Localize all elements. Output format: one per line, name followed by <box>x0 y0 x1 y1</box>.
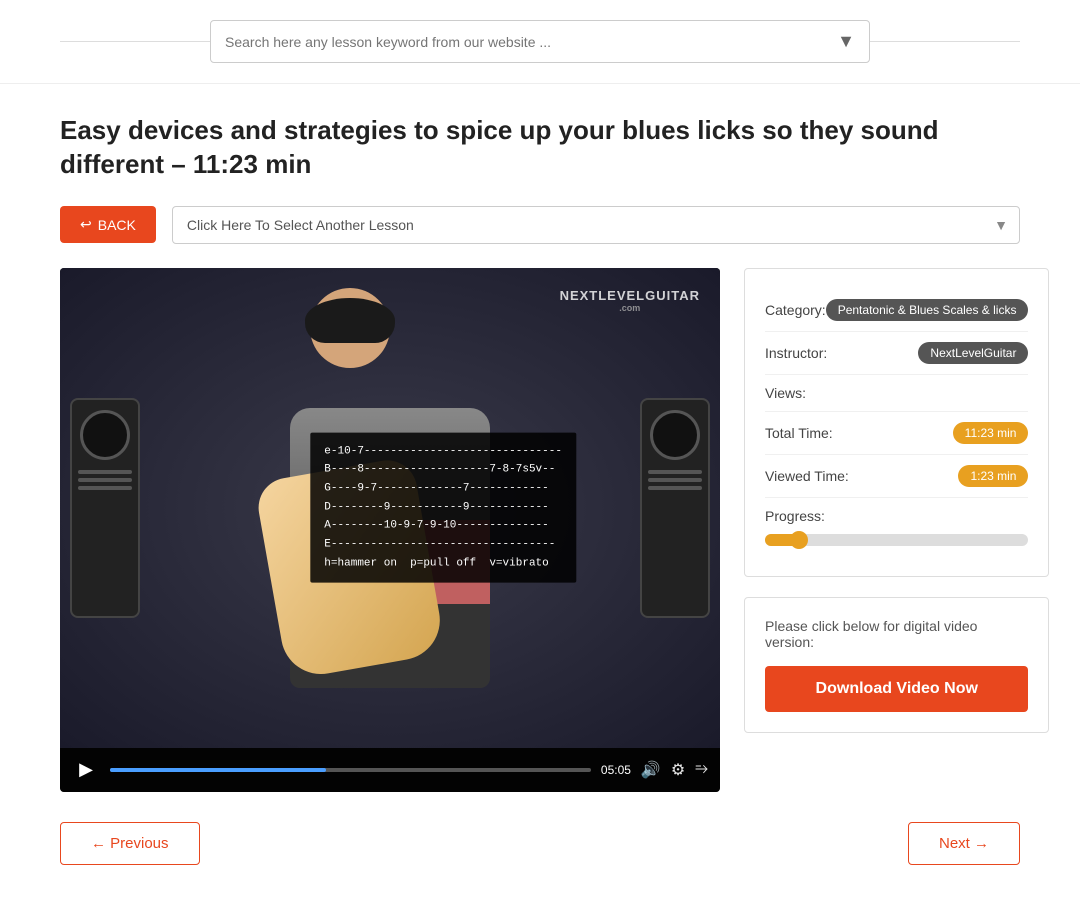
category-badge: Pentatonic & Blues Scales & licks <box>826 299 1029 321</box>
volume-icon[interactable]: 🔊 <box>641 760 661 780</box>
lesson-select-container: Click Here To Select Another Lesson ▼ <box>172 206 1020 244</box>
speaker-vent <box>648 470 702 474</box>
header-line-left <box>60 41 210 42</box>
lesson-select[interactable]: Click Here To Select Another Lesson <box>172 206 1020 244</box>
views-row: Views: <box>765 375 1028 412</box>
back-arrow-icon: ↩ <box>80 216 92 233</box>
person-hat <box>305 298 395 343</box>
category-label: Category: <box>765 302 826 318</box>
speaker-cone-left <box>80 410 130 460</box>
video-background: e-10-7------------------------------ B--… <box>60 268 720 748</box>
main-content: Easy devices and strategies to spice up … <box>0 84 1080 905</box>
content-area: e-10-7------------------------------ B--… <box>60 268 1020 792</box>
speaker-vent <box>78 486 132 490</box>
video-progress-bar[interactable] <box>110 768 591 772</box>
speaker-cone-right <box>650 410 700 460</box>
speaker-vent <box>78 470 132 474</box>
video-progress-fill <box>110 768 326 772</box>
instructor-badge: NextLevelGuitar <box>918 342 1028 364</box>
back-label: BACK <box>98 217 136 233</box>
instructor-row: Instructor: NextLevelGuitar <box>765 332 1028 375</box>
instructor-label: Instructor: <box>765 345 827 361</box>
previous-button[interactable]: ← Previous <box>60 822 200 865</box>
total-time-badge: 11:23 min <box>953 422 1029 444</box>
progress-label: Progress: <box>765 508 1028 524</box>
viewed-time-badge: 1:23 min <box>958 465 1028 487</box>
viewed-time-row: Viewed Time: 1:23 min <box>765 455 1028 498</box>
video-player: e-10-7------------------------------ B--… <box>60 268 720 792</box>
chevron-down-icon: ▼ <box>837 31 855 52</box>
video-placeholder: e-10-7------------------------------ B--… <box>60 268 720 748</box>
video-controls: ▶ 05:05 🔊 ⚙ ⥱ <box>60 748 720 792</box>
speaker-vent <box>648 486 702 490</box>
progress-fill <box>765 534 799 546</box>
previous-label: ← Previous <box>91 835 169 852</box>
next-label: Next → <box>939 835 989 852</box>
speaker-right <box>640 398 710 618</box>
search-container[interactable]: ▼ <box>210 20 870 63</box>
total-time-row: Total Time: 11:23 min <box>765 412 1028 455</box>
header: ▼ <box>0 0 1080 84</box>
next-button[interactable]: Next → <box>908 822 1020 865</box>
viewed-time-label: Viewed Time: <box>765 468 849 484</box>
fullscreen-icon[interactable]: ⥱ <box>695 760 708 780</box>
download-prompt: Please click below for digital video ver… <box>765 618 1028 650</box>
page-title: Easy devices and strategies to spice up … <box>60 114 1020 182</box>
info-card: Category: Pentatonic & Blues Scales & li… <box>744 268 1049 577</box>
progress-row: Progress: <box>765 498 1028 556</box>
views-label: Views: <box>765 385 806 401</box>
category-row: Category: Pentatonic & Blues Scales & li… <box>765 289 1028 332</box>
progress-thumb <box>790 531 808 549</box>
progress-track[interactable] <box>765 534 1028 546</box>
header-line-right <box>870 41 1020 42</box>
download-card: Please click below for digital video ver… <box>744 597 1049 733</box>
logo-text-main: NEXTLEVELGUITAR <box>560 288 700 303</box>
total-time-label: Total Time: <box>765 425 833 441</box>
sidebar-panel: Category: Pentatonic & Blues Scales & li… <box>744 268 1049 733</box>
speaker-vent <box>648 478 702 482</box>
logo-overlay: NEXTLEVELGUITAR .com <box>560 288 700 313</box>
speaker-left <box>70 398 140 618</box>
download-button[interactable]: Download Video Now <box>765 666 1028 712</box>
tab-notation: e-10-7------------------------------ B--… <box>310 432 576 583</box>
settings-icon[interactable]: ⚙ <box>671 760 685 780</box>
video-time: 05:05 <box>601 763 631 777</box>
video-control-icons: 🔊 ⚙ ⥱ <box>641 760 708 780</box>
navigation-row: ← Previous Next → <box>60 822 1020 865</box>
speaker-vent <box>78 478 132 482</box>
play-button[interactable]: ▶ <box>72 756 100 784</box>
logo-text-sub: .com <box>560 303 700 313</box>
back-button[interactable]: ↩ BACK <box>60 206 156 243</box>
search-input[interactable] <box>225 34 837 50</box>
controls-row: ↩ BACK Click Here To Select Another Less… <box>60 206 1020 244</box>
